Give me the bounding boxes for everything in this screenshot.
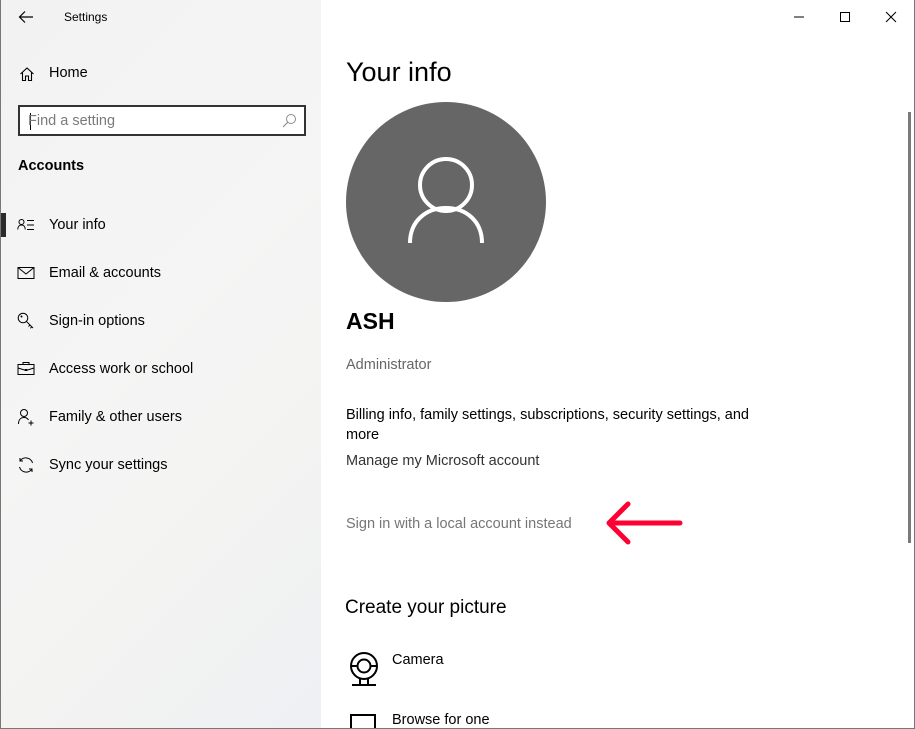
- red-arrow-annotation: [606, 501, 683, 545]
- avatar: [346, 102, 546, 302]
- user-role: Administrator: [346, 357, 432, 373]
- sidebar-item-access-work-school[interactable]: Access work or school: [1, 345, 321, 393]
- sidebar-item-home[interactable]: Home: [1, 58, 321, 90]
- sidebar-item-label: Home: [49, 65, 88, 81]
- search-icon[interactable]: [282, 113, 297, 128]
- person-add-icon: [18, 409, 34, 426]
- minimize-button[interactable]: [776, 0, 822, 34]
- user-avatar-icon: [408, 157, 484, 244]
- app-title: Settings: [64, 10, 108, 24]
- sidebar-nav: Your info Email & accounts Sign-in optio…: [1, 201, 321, 489]
- sidebar-item-sync-settings[interactable]: Sync your settings: [1, 441, 321, 489]
- manage-microsoft-account-link[interactable]: Manage my Microsoft account: [346, 453, 539, 469]
- mail-icon: [17, 267, 35, 279]
- camera-option-label: Camera: [392, 652, 444, 668]
- webcam-icon: [350, 652, 378, 686]
- sidebar-item-label: Your info: [49, 217, 106, 233]
- maximize-icon: [840, 12, 850, 22]
- maximize-button[interactable]: [822, 0, 868, 34]
- person-list-icon: [17, 219, 34, 230]
- search-box[interactable]: [18, 105, 306, 136]
- briefcase-icon: [17, 362, 35, 375]
- back-arrow-icon: [18, 11, 33, 23]
- sidebar-item-your-info[interactable]: Your info: [1, 201, 321, 249]
- settings-window: Settings Home Accounts: [0, 0, 915, 729]
- camera-option[interactable]: Camera: [346, 652, 646, 696]
- window-controls: [776, 0, 914, 34]
- sidebar-item-label: Sign-in options: [49, 313, 145, 329]
- sidebar-item-label: Email & accounts: [49, 265, 162, 281]
- minimize-icon: [794, 16, 804, 18]
- key-icon: [17, 312, 34, 329]
- search-input[interactable]: [28, 110, 278, 132]
- active-indicator: [1, 213, 6, 237]
- home-icon: [20, 67, 34, 82]
- user-name: ASH: [346, 308, 395, 334]
- sidebar: Settings Home Accounts: [1, 0, 321, 728]
- close-icon: [885, 11, 897, 23]
- page-title: Your info: [346, 57, 452, 87]
- create-picture-heading: Create your picture: [345, 597, 507, 618]
- scrollbar-thumb[interactable]: [908, 112, 911, 543]
- browse-option-label: Browse for one: [392, 712, 490, 728]
- main-content: Your info ASH Administrator Billing info…: [322, 0, 914, 728]
- close-button[interactable]: [868, 0, 914, 34]
- browse-icon: [350, 714, 376, 728]
- back-button[interactable]: [11, 4, 41, 30]
- sidebar-item-email-accounts[interactable]: Email & accounts: [1, 249, 321, 297]
- section-heading: Accounts: [18, 158, 85, 174]
- sidebar-item-sign-in-options[interactable]: Sign-in options: [1, 297, 321, 345]
- sync-icon: [19, 457, 33, 473]
- sign-in-local-account-link[interactable]: Sign in with a local account instead: [346, 516, 572, 532]
- sidebar-item-label: Family & other users: [49, 409, 182, 425]
- billing-description: Billing info, family settings, subscript…: [346, 407, 749, 443]
- sidebar-item-family-other-users[interactable]: Family & other users: [1, 393, 321, 441]
- sidebar-item-label: Access work or school: [49, 361, 194, 377]
- browse-option[interactable]: Browse for one: [346, 712, 646, 728]
- sidebar-item-label: Sync your settings: [49, 457, 168, 473]
- title-bar: Settings: [1, 0, 321, 34]
